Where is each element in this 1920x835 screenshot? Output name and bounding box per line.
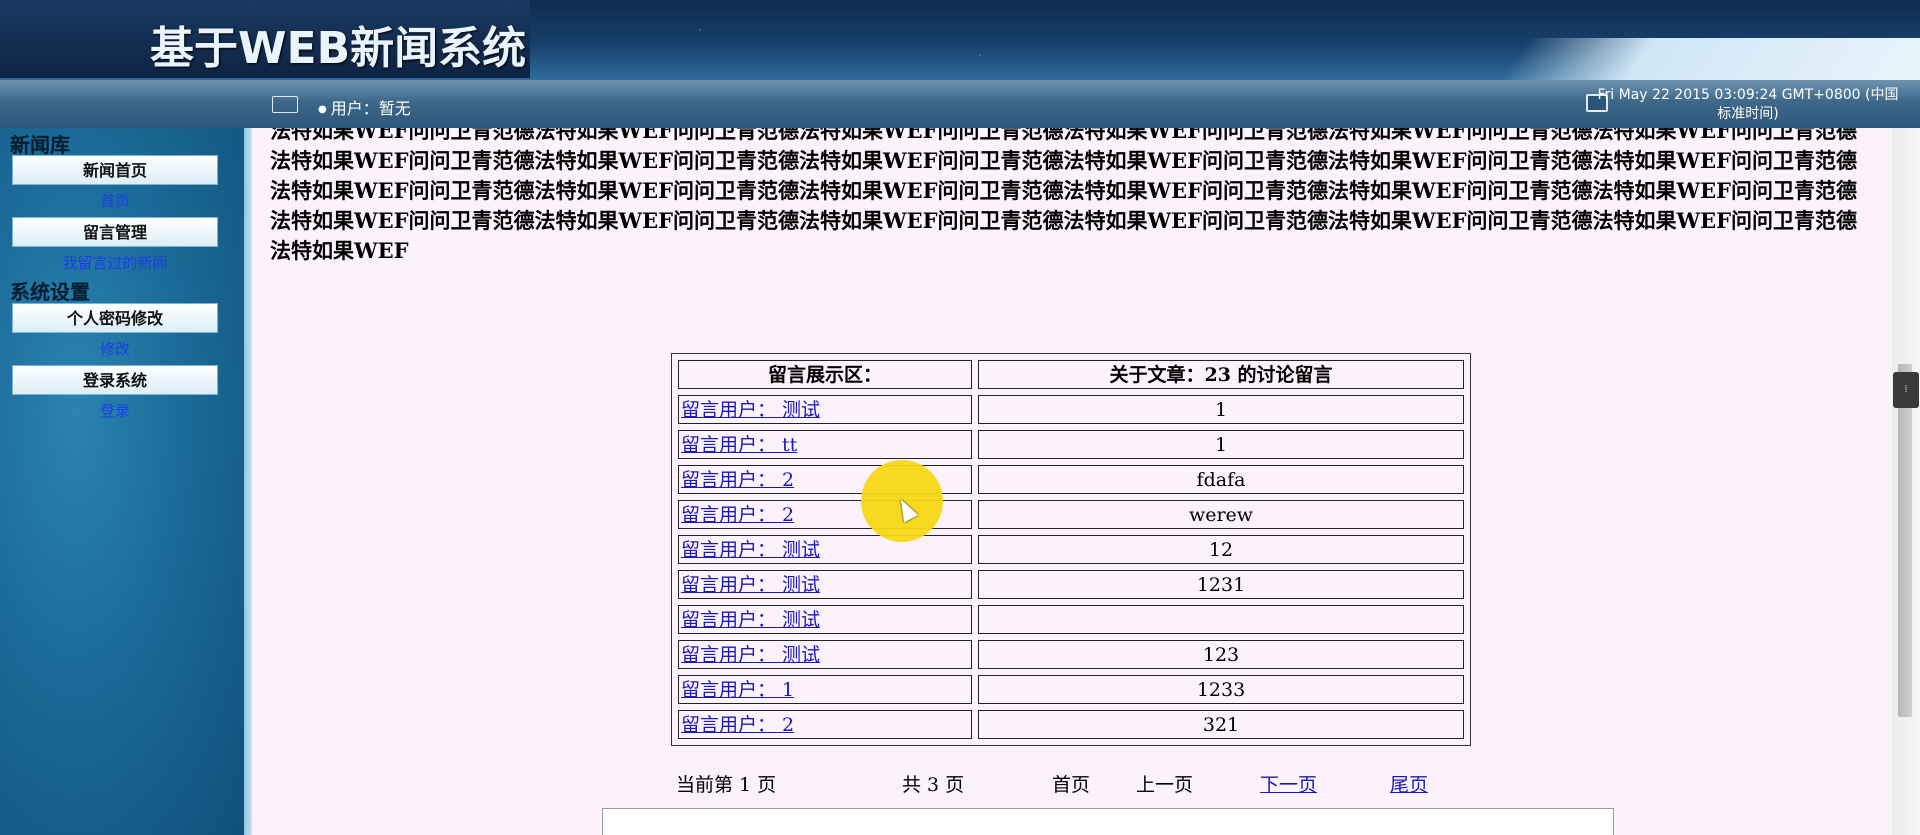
comment-message: 123 <box>978 640 1464 669</box>
app-header: 基于WEB新闻系统 <box>0 0 1920 80</box>
table-row: 留言用户： 2 fdafa <box>678 465 1464 494</box>
datetime-line-2: 标准时间) <box>1717 106 1779 122</box>
table-row: 留言用户： 1 1233 <box>678 675 1464 704</box>
table-row: 留言用户： 测试 123 <box>678 640 1464 669</box>
sidebar-section-settings: 系统设置 <box>10 280 90 304</box>
pager-next-link[interactable]: 下一页 <box>1260 770 1317 797</box>
app-title: 基于WEB新闻系统 <box>150 23 527 74</box>
datetime-display: Fri May 22 2015 03:09:24 GMT+0800 (中国 标准… <box>1578 86 1918 124</box>
comment-message: 1231 <box>978 570 1464 599</box>
comment-user-link[interactable]: 留言用户： tt <box>681 434 797 456</box>
comment-user-link[interactable]: 留言用户： 2 <box>681 504 794 526</box>
pager-prev: 上一页 <box>1136 774 1194 796</box>
article-body: 法特如果WEF问问卫青范德法特如果WEF问问卫青范德法特如果WEF问问卫青范德法… <box>270 128 1857 263</box>
datetime-line-1: Fri May 22 2015 03:09:24 GMT+0800 (中国 <box>1597 87 1899 103</box>
sidebar-edge <box>244 128 252 835</box>
status-toolbar: ● 用户：暂无 Fri May 22 2015 03:09:24 GMT+0800… <box>0 80 1920 128</box>
comment-message: 1 <box>978 395 1464 424</box>
sidebar-link-my-messages[interactable]: 我留言过的新闻 <box>12 252 218 273</box>
comment-user-link[interactable]: 留言用户： 测试 <box>681 609 820 631</box>
comment-form-box <box>602 808 1614 835</box>
comment-user-link[interactable]: 留言用户： 测试 <box>681 539 820 561</box>
header-decoration <box>1500 38 1920 80</box>
comment-message: 1 <box>978 430 1464 459</box>
main-content: 法特如果WEF问问卫青范德法特如果WEF问问卫青范德法特如果WEF问问卫青范德法… <box>252 128 1892 835</box>
comments-table: 留言展示区： 关于文章：23 的讨论留言 留言用户： 测试 1 留言用户： tt… <box>671 353 1471 746</box>
bullet-icon: ● <box>318 104 327 115</box>
table-row: 留言用户： 测试 <box>678 605 1464 634</box>
comment-user-link[interactable]: 留言用户： 1 <box>681 679 794 701</box>
pager-first: 首页 <box>1052 774 1091 796</box>
side-tab-handle[interactable]: ⁞ <box>1893 372 1919 408</box>
sidebar-link-modify[interactable]: 修改 <box>12 338 218 359</box>
sidebar-item-message-manage[interactable]: 留言管理 <box>12 217 218 247</box>
pagination: 当前第 1 页 共 3 页 首页 上一页 下一页 尾页 <box>676 770 1476 796</box>
scrollbar-thumb[interactable] <box>1898 364 1912 717</box>
sidebar-section-news: 新闻库 <box>10 133 70 157</box>
vertical-scrollbar[interactable]: ⁞ <box>1892 128 1920 835</box>
comment-user-link[interactable]: 留言用户： 测试 <box>681 399 820 421</box>
comments-header-left: 留言展示区： <box>678 360 972 389</box>
comment-message: 12 <box>978 535 1464 564</box>
sidebar-link-home[interactable]: 首页 <box>12 190 218 211</box>
pager-last-link[interactable]: 尾页 <box>1390 770 1428 797</box>
table-row: 留言用户： 2 321 <box>678 710 1464 739</box>
current-user: ● 用户：暂无 <box>318 95 411 119</box>
comments-header-row: 留言展示区： 关于文章：23 的讨论留言 <box>678 360 1464 389</box>
monitor-icon <box>272 96 298 113</box>
comment-user-link[interactable]: 留言用户： 测试 <box>681 574 820 596</box>
current-user-label: 用户：暂无 <box>330 99 411 118</box>
comment-message <box>978 605 1464 634</box>
pager-total: 共 3 页 <box>902 774 965 796</box>
sidebar-item-news-home[interactable]: 新闻首页 <box>12 155 218 185</box>
comment-message: 1233 <box>978 675 1464 704</box>
comments-header-right: 关于文章：23 的讨论留言 <box>978 360 1464 389</box>
table-row: 留言用户： 测试 12 <box>678 535 1464 564</box>
table-row: 留言用户： tt 1 <box>678 430 1464 459</box>
sidebar-item-login-system[interactable]: 登录系统 <box>12 365 218 395</box>
pager-current: 当前第 1 页 <box>676 774 777 796</box>
comment-message: 321 <box>978 710 1464 739</box>
comment-user-link[interactable]: 留言用户： 测试 <box>681 644 820 666</box>
comment-message: fdafa <box>978 465 1464 494</box>
sidebar-link-login[interactable]: 登录 <box>12 400 218 421</box>
sidebar: 新闻库 新闻首页 首页 留言管理 我留言过的新闻 系统设置 个人密码修改 修改 … <box>0 128 252 835</box>
comment-message: werew <box>978 500 1464 529</box>
table-row: 留言用户： 2 werew <box>678 500 1464 529</box>
table-row: 留言用户： 测试 1 <box>678 395 1464 424</box>
sidebar-item-password[interactable]: 个人密码修改 <box>12 303 218 333</box>
comment-user-link[interactable]: 留言用户： 2 <box>681 714 794 736</box>
table-row: 留言用户： 测试 1231 <box>678 570 1464 599</box>
comment-user-link[interactable]: 留言用户： 2 <box>681 469 794 491</box>
